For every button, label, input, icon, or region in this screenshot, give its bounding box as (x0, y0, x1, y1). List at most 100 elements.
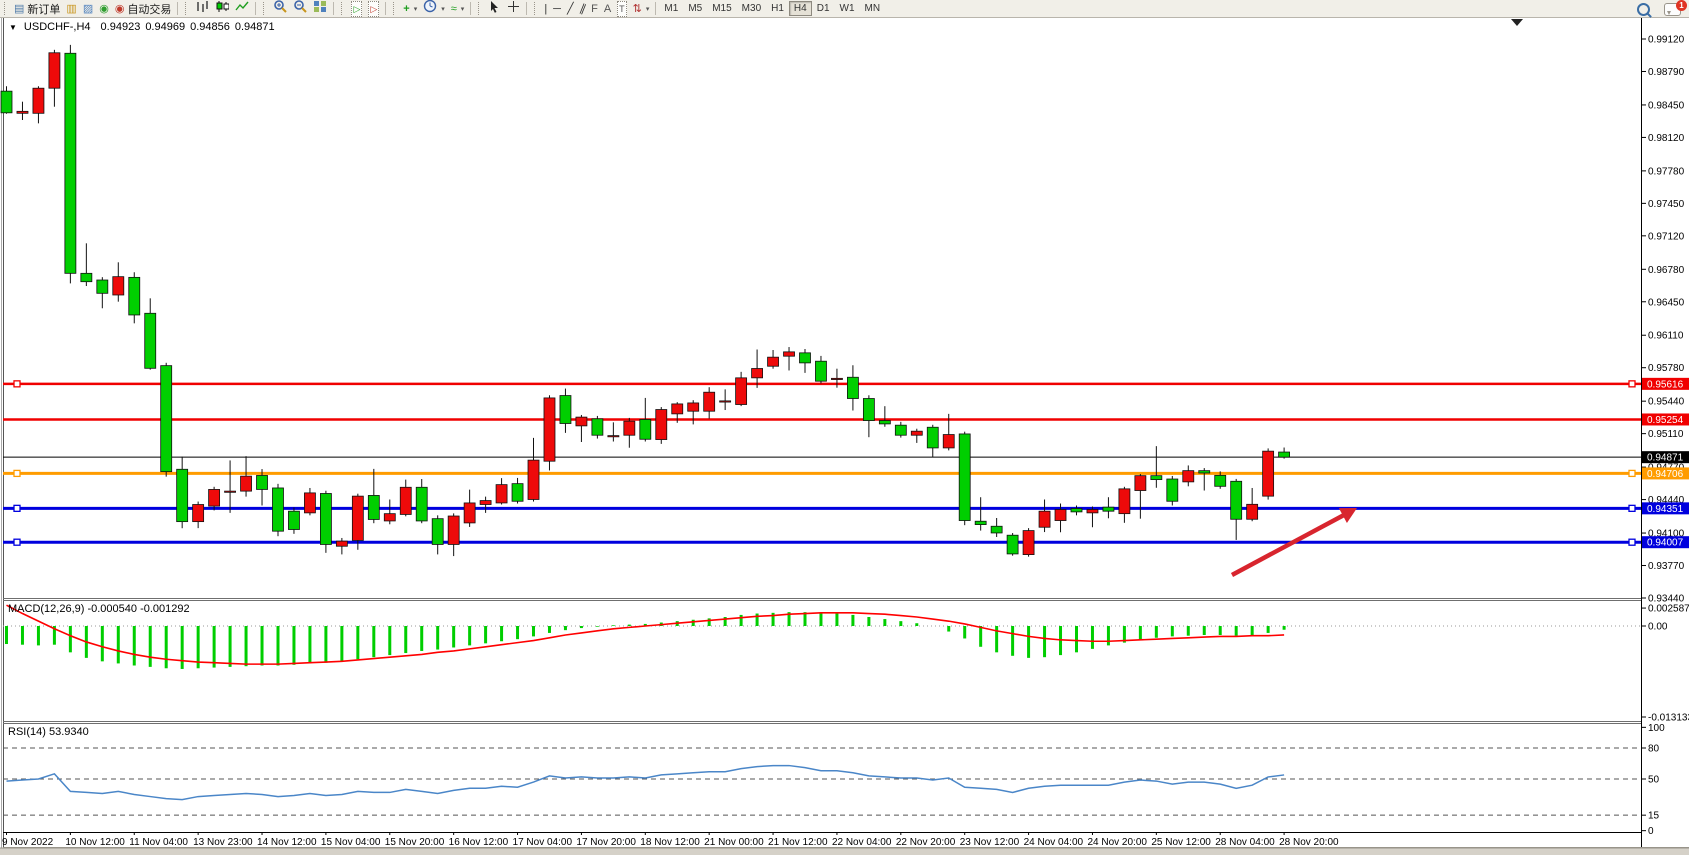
line-handle[interactable] (14, 381, 20, 387)
candle (784, 352, 795, 356)
candle (400, 487, 411, 514)
toolbar-grip (185, 2, 190, 15)
candle (975, 521, 986, 524)
new-order-button-label: 新订单 (27, 1, 60, 17)
time-axis-label: 16 Nov 12:00 (449, 837, 509, 848)
candle (33, 88, 44, 113)
rsi-indicator-label: RSI(14) 53.9340 (8, 726, 89, 738)
line-handle[interactable] (1629, 381, 1635, 387)
candle (959, 434, 970, 521)
timeframe-button-M15[interactable]: M15 (707, 1, 736, 16)
indicator-add-icon: + (403, 2, 409, 16)
price-badge-label: 0.95616 (1647, 379, 1684, 390)
timeframe-button-W1[interactable]: W1 (835, 1, 860, 16)
notifications-icon[interactable]: 1 (1664, 3, 1681, 16)
search-icon[interactable] (1637, 3, 1650, 16)
candle (288, 511, 299, 529)
template-menu-button[interactable]: ≈▾ (449, 1, 467, 16)
price-tick-label: 0.98790 (1648, 67, 1685, 78)
candle (608, 436, 619, 437)
chart-shift-marker-icon[interactable] (1511, 19, 1523, 26)
vline-icon: | (544, 2, 547, 16)
time-axis-label: 21 Nov 00:00 (704, 837, 764, 848)
candle (65, 53, 76, 273)
timeframe-button-D1[interactable]: D1 (812, 1, 835, 16)
clock-icon (423, 0, 437, 18)
candle (129, 277, 140, 315)
period-menu-button[interactable]: ▾ (421, 1, 447, 16)
channel-button[interactable]: ∥ (578, 1, 588, 16)
zoom-out-icon (293, 0, 307, 18)
candles-mode-button[interactable] (213, 1, 231, 16)
chevron-down-icon[interactable]: ▼ (9, 23, 17, 32)
candle (193, 505, 204, 522)
text-label-icon: T (617, 1, 627, 17)
text-button[interactable]: A (602, 1, 613, 16)
cursor-button[interactable] (486, 1, 503, 16)
add-indicator-button[interactable]: +▾ (401, 1, 419, 16)
toolbar-separator (385, 2, 386, 15)
line-handle[interactable] (14, 505, 20, 511)
tile-windows-button[interactable] (311, 1, 329, 16)
vline-button[interactable]: | (542, 1, 549, 16)
candle (17, 111, 28, 113)
hline-button[interactable]: ─ (551, 1, 563, 16)
time-axis-label: 28 Nov 04:00 (1215, 837, 1275, 848)
zoom-out-button[interactable] (291, 1, 309, 16)
macd-axis-label: 0.002587 (1648, 604, 1689, 615)
fibonacci-button[interactable]: F (589, 1, 600, 16)
time-axis-label: 9 Nov 2022 (2, 837, 54, 848)
line-mode-button[interactable] (233, 1, 251, 16)
line-handle[interactable] (14, 539, 20, 545)
timeframe-button-H4[interactable]: H4 (789, 1, 812, 16)
candle (560, 396, 571, 424)
chart-canvas[interactable]: 0.991200.987900.984500.981200.977800.974… (0, 0, 1689, 855)
timeframe-button-H1[interactable]: H1 (766, 1, 789, 16)
new-order-button[interactable]: ▤新订单 (12, 1, 62, 16)
candle (496, 485, 507, 503)
signal-icon: ◉ (99, 2, 109, 16)
line-handle[interactable] (1629, 539, 1635, 545)
candle (1, 91, 12, 113)
line-handle[interactable] (14, 470, 20, 476)
chevron-down-icon[interactable]: ▾ (441, 5, 445, 13)
timeframe-button-M30[interactable]: M30 (737, 1, 766, 16)
auto-trading-button[interactable]: ◉自动交易 (113, 1, 174, 16)
trendline-button[interactable]: ╱ (565, 1, 576, 16)
chart-forward-button[interactable]: ▷ (349, 1, 364, 16)
bars-mode-button[interactable] (193, 1, 211, 16)
candle (1279, 452, 1290, 457)
line-handle[interactable] (1629, 470, 1635, 476)
toolbar-grip (263, 2, 268, 15)
chevron-down-icon[interactable]: ▾ (646, 5, 650, 13)
trend-arrow-annotation[interactable] (1232, 513, 1348, 575)
timeframe-button-M5[interactable]: M5 (683, 1, 707, 16)
fibo-icon: F (591, 2, 598, 16)
candle (1119, 489, 1130, 514)
crosshair-button[interactable] (505, 1, 522, 16)
candle (209, 489, 220, 506)
market-watch-button[interactable]: ▥ (64, 1, 78, 16)
chevron-down-icon[interactable]: ▾ (414, 5, 418, 13)
data-window-button[interactable]: ▨ (81, 1, 95, 16)
arrows-icon: ⇅ (633, 2, 642, 16)
time-axis-label: 14 Nov 12:00 (257, 837, 317, 848)
candle (672, 404, 683, 414)
signals-button[interactable]: ◉ (97, 1, 111, 16)
time-axis-label: 22 Nov 04:00 (832, 837, 892, 848)
candle (225, 491, 236, 492)
candle (1071, 509, 1082, 512)
toolbar-separator (526, 2, 527, 15)
rsi-axis-label: 80 (1648, 744, 1660, 755)
price-tick-label: 0.98120 (1648, 133, 1685, 144)
timeframe-button-M1[interactable]: M1 (659, 1, 683, 16)
arrows-button[interactable]: ⇅▾ (631, 1, 652, 16)
chevron-down-icon[interactable]: ▾ (461, 5, 465, 13)
timeframe-button-MN[interactable]: MN (860, 1, 886, 16)
ohlc-close: 0.94871 (235, 21, 275, 33)
chart-shift-button[interactable]: ▷ (366, 1, 381, 16)
label-button[interactable]: T (615, 1, 629, 16)
line-handle[interactable] (1629, 505, 1635, 511)
zoom-in-button[interactable] (271, 1, 289, 16)
price-tick-label: 0.97450 (1648, 199, 1685, 210)
